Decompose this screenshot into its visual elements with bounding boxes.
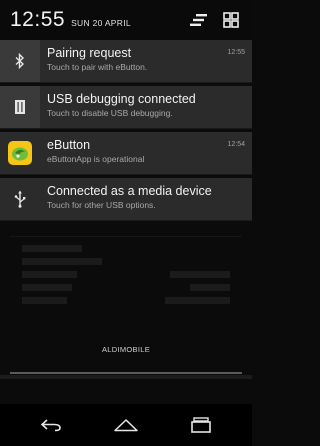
usb-icon — [14, 190, 26, 208]
notification-time: 12:54 — [227, 141, 245, 148]
clock: 12:55 — [10, 8, 66, 31]
clear-all-button[interactable] — [186, 7, 212, 33]
notification-subtitle: eButtonApp is operational — [47, 154, 145, 164]
drag-handle[interactable] — [10, 372, 242, 374]
bluetooth-icon — [15, 53, 25, 69]
carrier-label: ALDIMOBILE — [101, 345, 150, 354]
background-app-content — [0, 236, 252, 356]
recents-icon — [190, 417, 211, 433]
usb-debug-icon — [15, 100, 25, 114]
navigation-bar — [0, 404, 252, 446]
ebutton-app-icon — [8, 141, 32, 165]
quick-settings-icon — [223, 12, 239, 28]
notification-title: eButton — [47, 138, 91, 152]
back-icon — [41, 419, 62, 432]
notification-usb-debugging[interactable]: USB debugging connected Touch to disable… — [0, 86, 252, 129]
back-button[interactable] — [31, 410, 71, 440]
notification-title: Pairing request — [47, 46, 132, 60]
notification-ebutton[interactable]: eButton eButtonApp is operational 12:54 — [0, 132, 252, 175]
home-button[interactable] — [106, 410, 146, 440]
notification-pairing-request[interactable]: Pairing request Touch to pair with eButt… — [0, 40, 252, 83]
notification-title: USB debugging connected — [47, 92, 196, 106]
notification-usb-media[interactable]: Connected as a media device Touch for ot… — [0, 178, 252, 221]
notification-time: 12:55 — [227, 49, 245, 56]
notification-subtitle: Touch for other USB options. — [47, 200, 156, 210]
date: SUN 20 APRIL — [71, 18, 131, 28]
recents-button[interactable] — [181, 410, 221, 440]
notification-subtitle: Touch to pair with eButton. — [47, 62, 148, 72]
home-icon — [114, 419, 138, 432]
notification-title: Connected as a media device — [47, 184, 212, 198]
notification-header: 12:55 SUN 20 APRIL — [0, 0, 252, 40]
quick-settings-button[interactable] — [218, 7, 244, 33]
notification-list: Pairing request Touch to pair with eButt… — [0, 40, 252, 224]
notification-subtitle: Touch to disable USB debugging. — [47, 108, 173, 118]
clear-notifications-icon — [190, 14, 207, 26]
